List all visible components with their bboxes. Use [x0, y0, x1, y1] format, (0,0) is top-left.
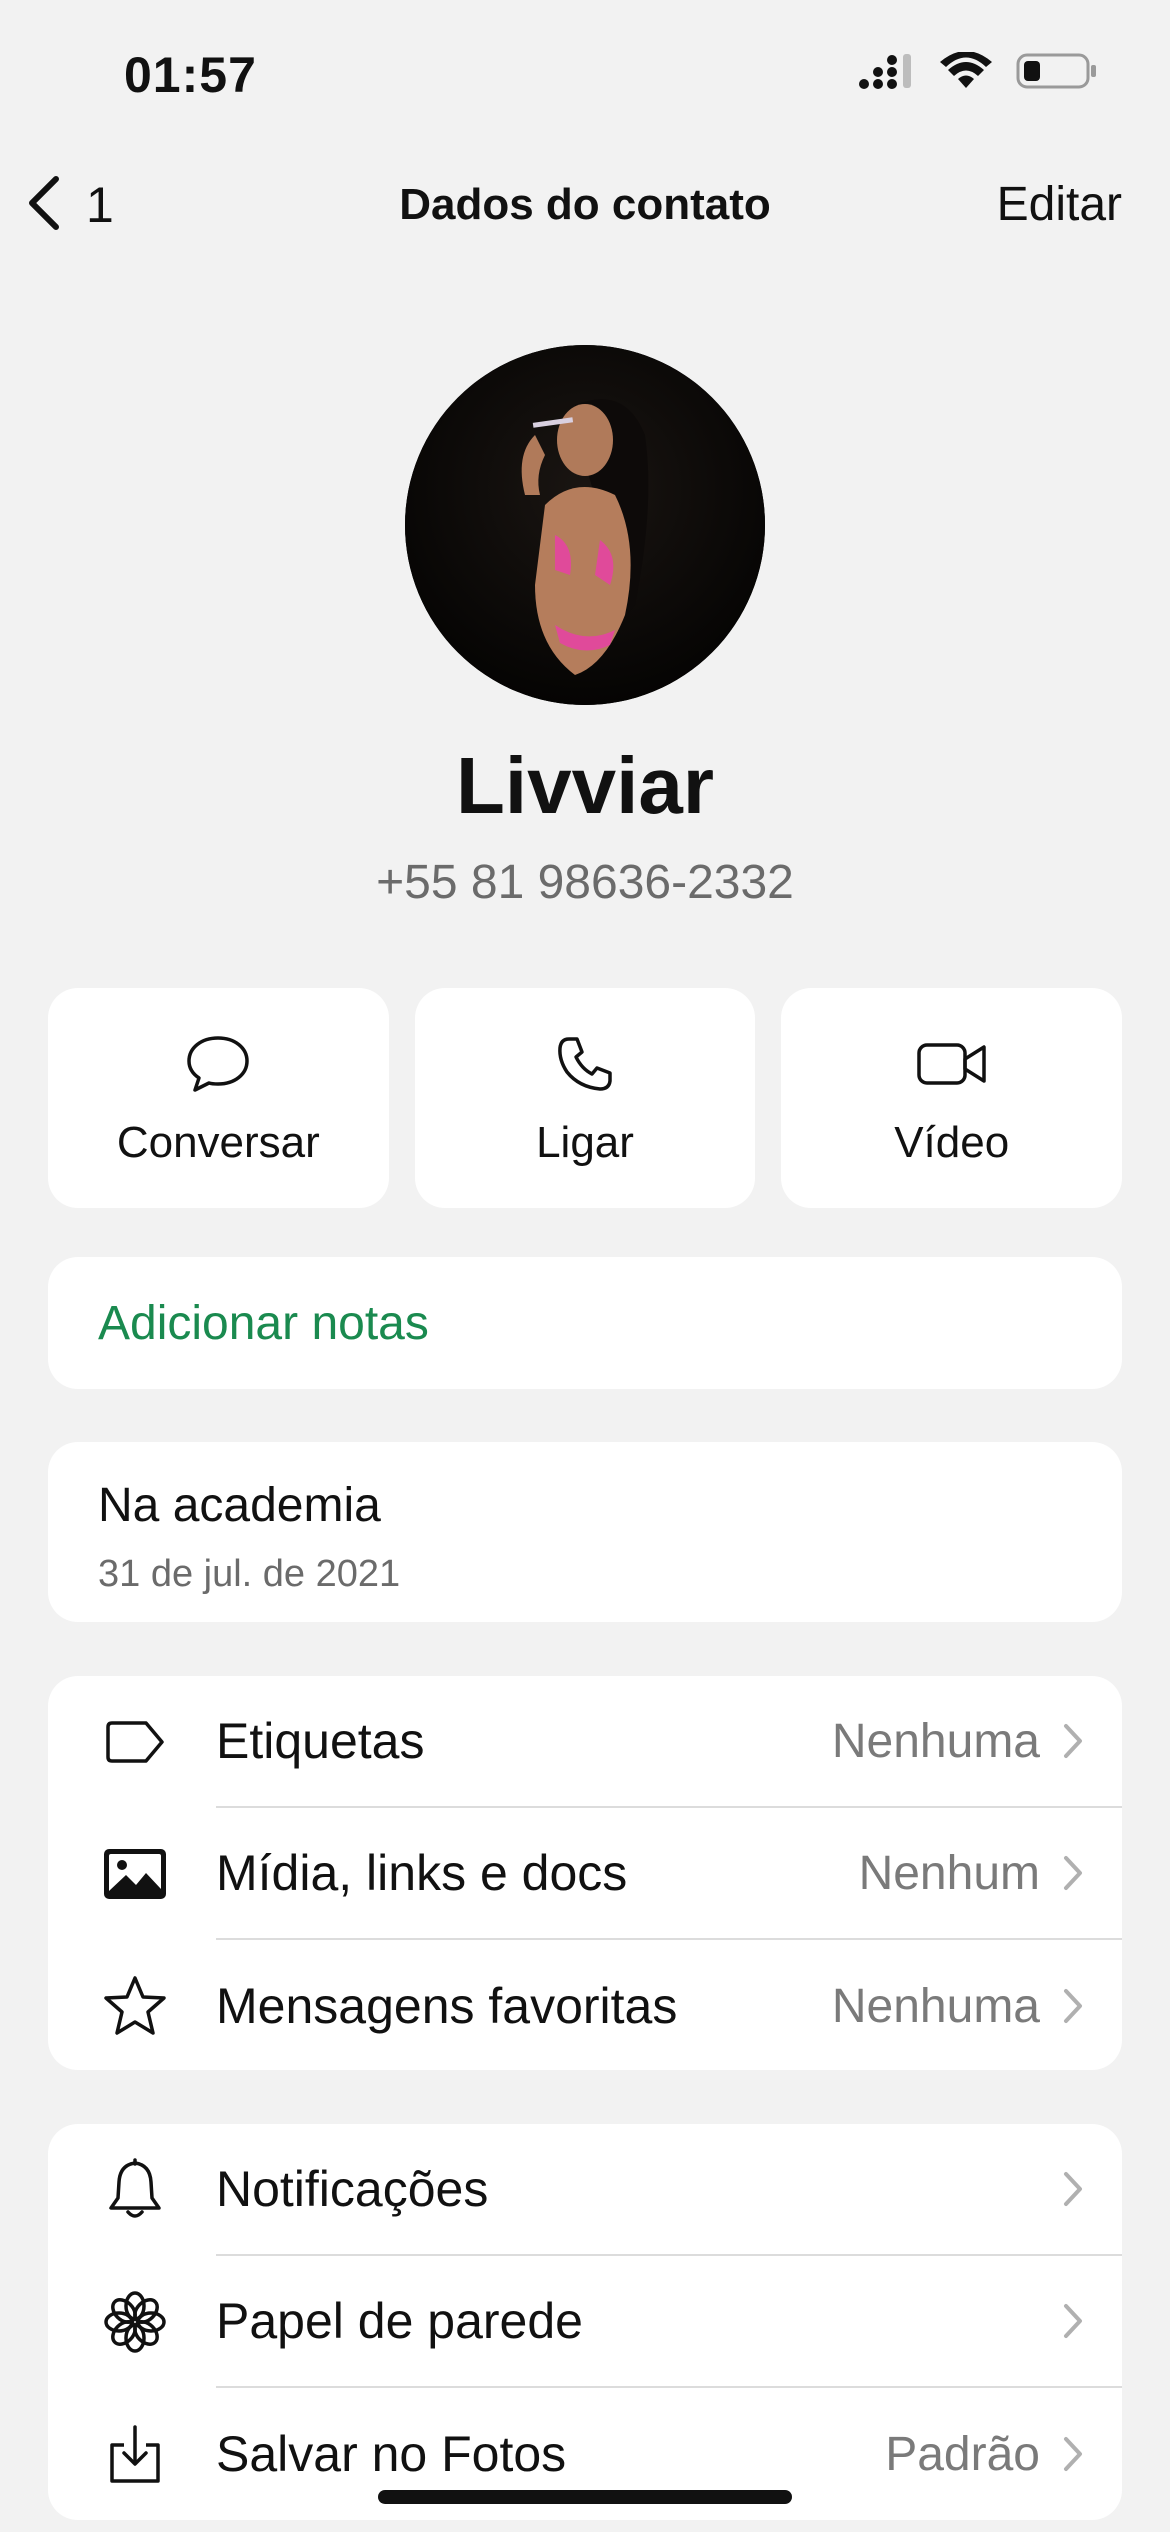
action-buttons: Conversar Ligar Vídeo	[48, 988, 1123, 1208]
starred-messages-value: Nenhuma	[831, 1979, 1040, 2033]
contact-settings-list: Notificações Papel de parede Salvar no F…	[48, 2124, 1122, 2520]
about-text: Na academia	[98, 1479, 381, 1532]
bell-icon	[100, 2158, 170, 2222]
chevron-left-icon	[24, 173, 64, 238]
chevron-right-icon	[1062, 1854, 1122, 1892]
contact-name: Livviar	[456, 741, 714, 830]
edit-button[interactable]: Editar	[997, 170, 1122, 240]
home-indicator[interactable]	[378, 2490, 792, 2504]
chevron-right-icon	[1062, 1722, 1122, 1760]
starred-messages-row[interactable]: Mensagens favoritas Nenhuma	[48, 1940, 1122, 2070]
video-button-label: Vídeo	[894, 1118, 1010, 1167]
cellular-signal-icon	[858, 52, 916, 95]
chat-button-label: Conversar	[116, 1118, 320, 1167]
image-icon	[100, 1847, 170, 1901]
wallpaper-label: Papel de parede	[216, 2293, 583, 2349]
video-button[interactable]: Vídeo	[781, 988, 1123, 1208]
media-links-docs-row[interactable]: Mídia, links e docs Nenhum	[48, 1808, 1122, 1940]
about-card: Na academia 31 de jul. de 2021	[48, 1442, 1122, 1622]
chevron-right-icon	[1062, 1987, 1122, 2025]
chevron-right-icon	[1062, 2435, 1122, 2473]
nav-bar: Dados do contato 1 Editar	[0, 170, 1170, 240]
contact-phone: +55 81 98636-2332	[376, 856, 794, 909]
wifi-icon	[940, 51, 992, 95]
avatar[interactable]	[405, 345, 765, 705]
save-to-photos-label: Salvar no Fotos	[216, 2426, 567, 2482]
status-bar: 01:57	[0, 0, 1170, 160]
battery-icon	[1016, 52, 1098, 95]
phone-icon	[555, 1032, 615, 1096]
chevron-right-icon	[1062, 2170, 1122, 2208]
save-download-icon	[100, 2423, 170, 2485]
avatar-photo	[405, 345, 765, 705]
back-count: 1	[86, 177, 114, 233]
labels-row[interactable]: Etiquetas Nenhuma	[48, 1676, 1122, 1808]
add-notes-button[interactable]: Adicionar notas	[48, 1257, 1122, 1389]
call-button-label: Ligar	[536, 1118, 634, 1167]
status-time: 01:57	[124, 47, 257, 103]
media-links-docs-label: Mídia, links e docs	[216, 1845, 628, 1901]
notifications-row[interactable]: Notificações	[48, 2124, 1122, 2256]
contact-info-list: Etiquetas Nenhuma Mídia, links e docs Ne…	[48, 1676, 1122, 2070]
star-icon	[100, 1975, 170, 2037]
chat-button[interactable]: Conversar	[48, 988, 389, 1208]
labels-row-label: Etiquetas	[216, 1713, 425, 1769]
starred-messages-label: Mensagens favoritas	[216, 1978, 678, 2034]
flower-icon	[100, 2290, 170, 2354]
media-links-docs-value: Nenhum	[858, 1846, 1040, 1900]
save-to-photos-value: Padrão	[885, 2427, 1040, 2481]
chevron-right-icon	[1062, 2302, 1122, 2340]
call-button[interactable]: Ligar	[414, 988, 756, 1208]
status-icons	[858, 51, 1098, 95]
video-camera-icon	[916, 1032, 988, 1096]
page-title: Dados do contato	[399, 180, 771, 229]
back-button[interactable]: 1	[24, 170, 114, 240]
tag-icon	[100, 1719, 170, 1765]
add-notes-label: Adicionar notas	[98, 1296, 429, 1350]
labels-row-value: Nenhuma	[831, 1714, 1040, 1768]
wallpaper-row[interactable]: Papel de parede	[48, 2256, 1122, 2388]
about-date: 31 de jul. de 2021	[98, 1553, 401, 1595]
chat-bubble-icon	[185, 1032, 251, 1096]
notifications-label: Notificações	[216, 2161, 489, 2217]
